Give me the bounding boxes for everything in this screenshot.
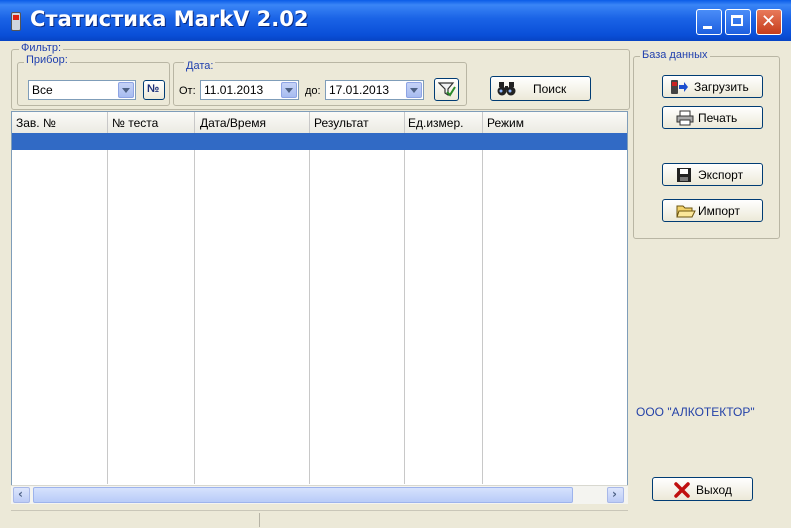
phone-icon: [11, 12, 21, 31]
date-label: Дата:: [184, 60, 216, 72]
printer-icon: [676, 110, 694, 129]
close-icon: ✕: [761, 11, 777, 32]
chevron-down-icon[interactable]: [406, 82, 422, 98]
column-header-serial[interactable]: Зав. №: [16, 116, 56, 130]
chevron-down-icon[interactable]: [281, 82, 297, 98]
chevron-right-icon: ›: [612, 487, 617, 501]
load-button-label: Загрузить: [694, 80, 749, 94]
exit-button[interactable]: Выход: [652, 477, 753, 501]
filter-group-label: Фильтр:: [19, 42, 64, 54]
column-divider: [309, 112, 310, 484]
date-to-value: 17.01.2013: [329, 83, 390, 97]
maximize-button[interactable]: [725, 9, 751, 35]
chevron-left-icon: ‹: [18, 487, 23, 501]
maximize-icon: [731, 15, 743, 26]
title-bar[interactable]: Статистика MarkV 2.02 ✕: [0, 0, 791, 41]
funnel-check-icon: [437, 81, 456, 101]
minimize-button[interactable]: [696, 9, 722, 35]
number-filter-button[interactable]: №: [143, 80, 165, 100]
date-to-picker[interactable]: 17.01.2013: [325, 80, 424, 100]
column-header-result[interactable]: Результат: [314, 116, 369, 130]
status-bar: [11, 510, 628, 528]
print-button[interactable]: Печать: [662, 106, 763, 129]
column-divider: [482, 112, 483, 484]
date-from-value: 11.01.2013: [204, 83, 264, 97]
export-button-label: Экспорт: [698, 168, 744, 182]
scroll-thumb[interactable]: [33, 487, 573, 503]
window-title: Статистика MarkV 2.02: [30, 7, 309, 31]
results-table[interactable]: Зав. № № теста Дата/Время Результат Ед.и…: [11, 111, 628, 504]
date-to-label: до:: [305, 85, 321, 97]
date-from-label: От:: [179, 85, 196, 97]
horizontal-scrollbar[interactable]: ‹ ›: [11, 485, 628, 504]
device-select-value: Все: [32, 83, 53, 97]
scroll-left-button[interactable]: ‹: [13, 487, 30, 503]
column-header-unit[interactable]: Ед.измер.: [408, 116, 463, 130]
column-header-datetime[interactable]: Дата/Время: [200, 116, 266, 130]
import-button[interactable]: Импорт: [662, 199, 763, 222]
date-from-picker[interactable]: 11.01.2013: [200, 80, 299, 100]
column-header-test-number[interactable]: № теста: [112, 116, 158, 130]
selected-table-row[interactable]: [12, 133, 627, 150]
chevron-down-icon[interactable]: [118, 82, 134, 98]
binoculars-icon: [497, 81, 517, 100]
device-arrow-icon: [670, 79, 688, 98]
import-button-label: Импорт: [698, 204, 740, 218]
red-x-icon: [674, 482, 690, 501]
company-label: ООО "АЛКОТЕКТОР": [636, 405, 755, 419]
device-label: Прибор:: [24, 54, 70, 66]
print-button-label: Печать: [698, 111, 738, 125]
device-select[interactable]: Все: [28, 80, 136, 100]
column-header-mode[interactable]: Режим: [487, 116, 524, 130]
open-folder-icon: [676, 203, 696, 222]
number-sign-icon: №: [147, 83, 160, 95]
load-button[interactable]: Загрузить: [662, 75, 763, 98]
apply-date-filter-button[interactable]: [434, 78, 459, 101]
floppy-disk-icon: [676, 167, 692, 186]
export-button[interactable]: Экспорт: [662, 163, 763, 186]
table-header: Зав. № № теста Дата/Время Результат Ед.и…: [12, 112, 627, 134]
status-divider: [259, 513, 260, 527]
close-button[interactable]: ✕: [756, 9, 782, 35]
main-window: Статистика MarkV 2.02 ✕ Фильтр: Прибор: …: [0, 0, 791, 528]
exit-button-label: Выход: [696, 483, 732, 497]
column-divider: [194, 112, 195, 484]
search-button[interactable]: Поиск: [490, 76, 591, 101]
database-group-label: База данных: [640, 49, 710, 61]
minimize-icon: [703, 26, 712, 29]
column-divider: [107, 112, 108, 484]
search-button-label: Поиск: [533, 82, 567, 96]
column-divider: [404, 112, 405, 484]
scroll-right-button[interactable]: ›: [607, 487, 624, 503]
